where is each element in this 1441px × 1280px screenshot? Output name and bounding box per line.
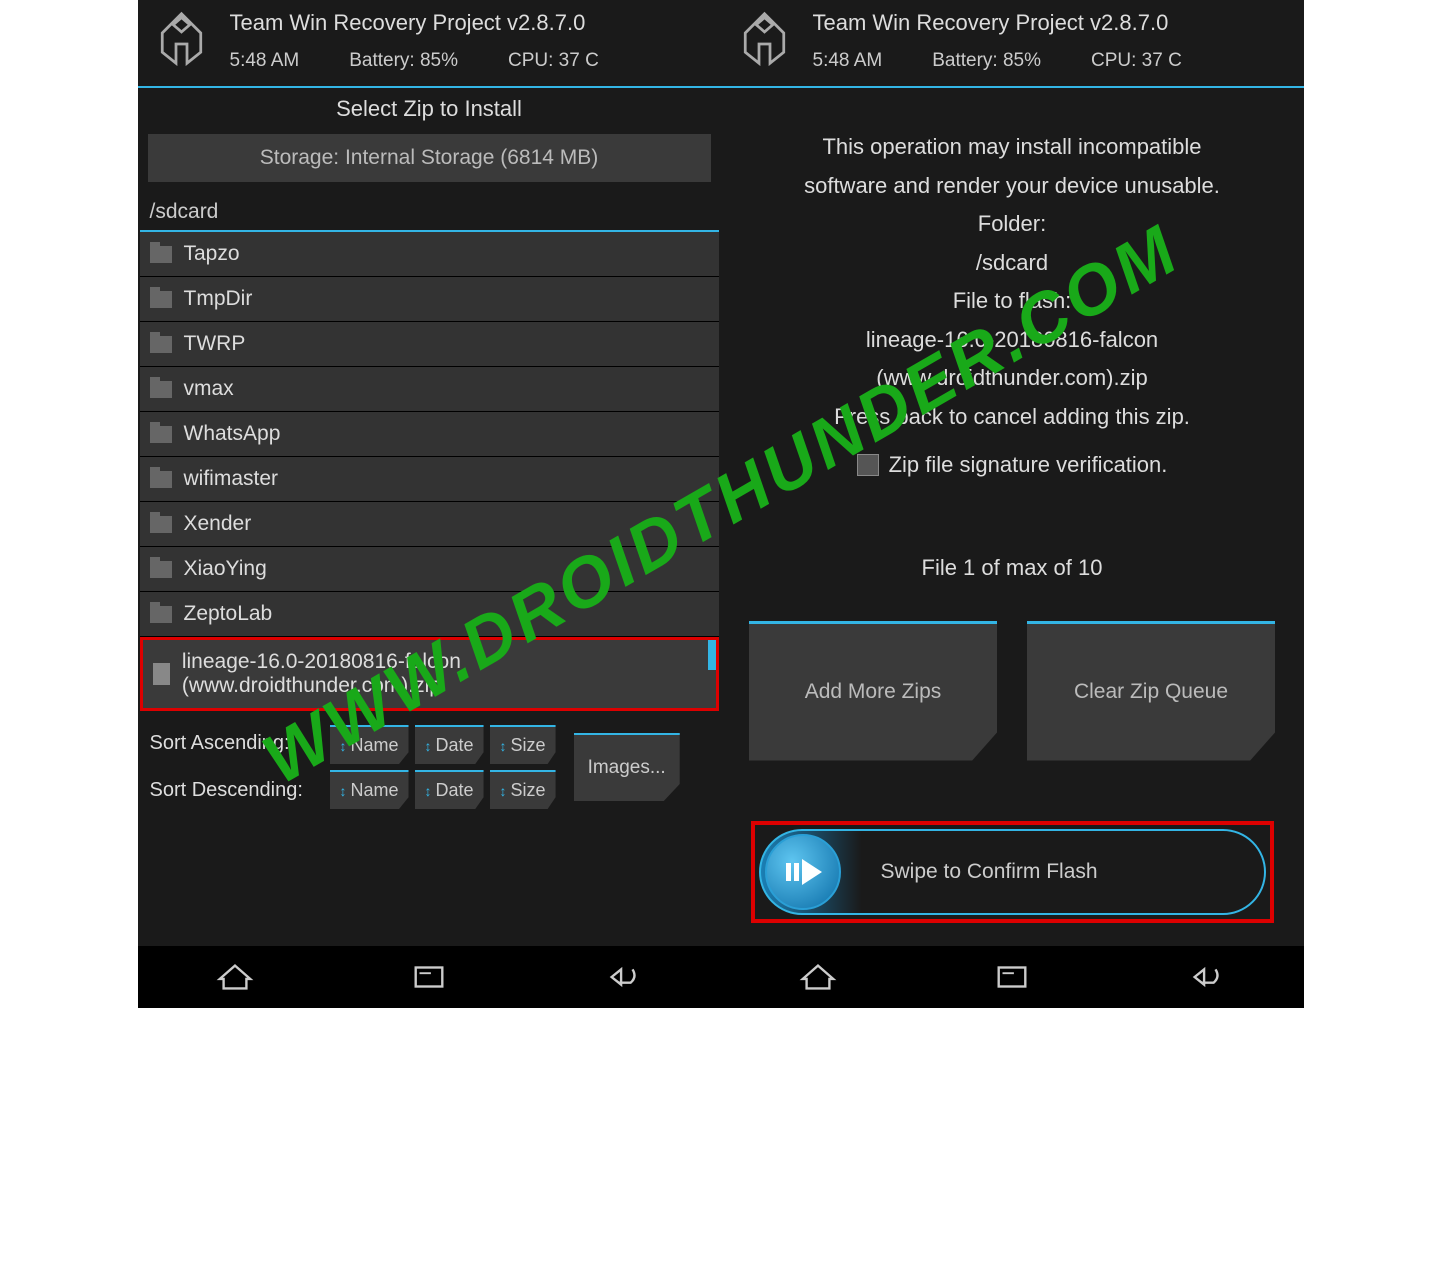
folder-icon xyxy=(150,561,172,578)
console-icon[interactable] xyxy=(993,958,1031,996)
clear-zip-queue-button[interactable]: Clear Zip Queue xyxy=(1027,621,1275,761)
status-battery: Battery: 85% xyxy=(932,50,1041,72)
right-pane: Team Win Recovery Project v2.8.7.0 5:48 … xyxy=(721,0,1304,1008)
sort-date-desc-button[interactable]: ↕Date xyxy=(415,770,484,809)
sort-asc-label: Sort Ascending: xyxy=(150,732,320,755)
header: Team Win Recovery Project v2.8.7.0 5:48 … xyxy=(721,0,1304,86)
list-item[interactable]: ZeptoLab xyxy=(140,592,719,637)
home-icon[interactable] xyxy=(216,958,254,996)
folder-icon xyxy=(150,426,172,443)
sort-name-desc-button[interactable]: ↕Name xyxy=(330,770,409,809)
header: Team Win Recovery Project v2.8.7.0 5:48 … xyxy=(138,0,721,86)
folder-icon xyxy=(150,336,172,353)
scroll-indicator[interactable] xyxy=(708,640,716,670)
folder-icon xyxy=(150,291,172,308)
list-item[interactable]: TWRP xyxy=(140,322,719,367)
list-item[interactable]: vmax xyxy=(140,367,719,412)
status-battery: Battery: 85% xyxy=(349,50,458,72)
swipe-label: Swipe to Confirm Flash xyxy=(881,860,1098,884)
folder-icon xyxy=(150,471,172,488)
back-icon[interactable] xyxy=(1187,958,1225,996)
status-time: 5:48 AM xyxy=(230,50,300,72)
current-path: /sdcard xyxy=(138,192,721,230)
list-item[interactable]: WhatsApp xyxy=(140,412,719,457)
twrp-logo-icon xyxy=(735,8,795,68)
file-icon xyxy=(153,663,170,685)
sort-date-asc-button[interactable]: ↕Date xyxy=(415,725,484,764)
sort-size-asc-button[interactable]: ↕Size xyxy=(490,725,556,764)
folder-icon xyxy=(150,606,172,623)
left-pane: Team Win Recovery Project v2.8.7.0 5:48 … xyxy=(138,0,721,1008)
images-button[interactable]: Images... xyxy=(574,733,680,801)
file-count-label: File 1 of max of 10 xyxy=(721,555,1304,581)
navbar xyxy=(138,946,721,1008)
updown-arrow-icon: ↕ xyxy=(340,783,347,799)
folder-icon xyxy=(150,381,172,398)
list-item[interactable]: wifimaster xyxy=(140,457,719,502)
file-list[interactable]: Tapzo TmpDir TWRP vmax WhatsApp wifimast… xyxy=(138,232,721,711)
swipe-slider[interactable]: Swipe to Confirm Flash xyxy=(759,829,1266,915)
home-icon[interactable] xyxy=(799,958,837,996)
app-title: Team Win Recovery Project v2.8.7.0 xyxy=(813,10,1290,36)
list-item[interactable]: XiaoYing xyxy=(140,547,719,592)
status-cpu: CPU: 37 C xyxy=(508,50,599,72)
swipe-knob[interactable] xyxy=(765,834,841,910)
list-item[interactable]: Tapzo xyxy=(140,232,719,277)
app-title: Team Win Recovery Project v2.8.7.0 xyxy=(230,10,707,36)
updown-arrow-icon: ↕ xyxy=(425,783,432,799)
twrp-logo-icon xyxy=(152,8,212,68)
console-icon[interactable] xyxy=(410,958,448,996)
list-item-zip[interactable]: lineage-16.0-20180816-falcon (www.droidt… xyxy=(140,637,719,711)
sort-desc-label: Sort Descending: xyxy=(150,779,320,802)
updown-arrow-icon: ↕ xyxy=(500,738,507,754)
status-time: 5:48 AM xyxy=(813,50,883,72)
swipe-highlight: Swipe to Confirm Flash xyxy=(751,821,1274,923)
sort-name-asc-button[interactable]: ↕Name xyxy=(330,725,409,764)
updown-arrow-icon: ↕ xyxy=(425,738,432,754)
sig-verify-label: Zip file signature verification. xyxy=(889,446,1168,485)
folder-icon xyxy=(150,246,172,263)
add-more-zips-button[interactable]: Add More Zips xyxy=(749,621,997,761)
list-item[interactable]: Xender xyxy=(140,502,719,547)
folder-icon xyxy=(150,516,172,533)
updown-arrow-icon: ↕ xyxy=(500,783,507,799)
navbar xyxy=(721,946,1304,1008)
back-icon[interactable] xyxy=(604,958,642,996)
sig-verify-checkbox[interactable] xyxy=(857,454,879,476)
storage-button[interactable]: Storage: Internal Storage (6814 MB) xyxy=(148,134,711,182)
list-item[interactable]: TmpDir xyxy=(140,277,719,322)
page-subtitle: Select Zip to Install xyxy=(138,88,721,130)
status-cpu: CPU: 37 C xyxy=(1091,50,1182,72)
sort-size-desc-button[interactable]: ↕Size xyxy=(490,770,556,809)
updown-arrow-icon: ↕ xyxy=(340,738,347,754)
info-block: This operation may install incompatible … xyxy=(721,88,1304,505)
